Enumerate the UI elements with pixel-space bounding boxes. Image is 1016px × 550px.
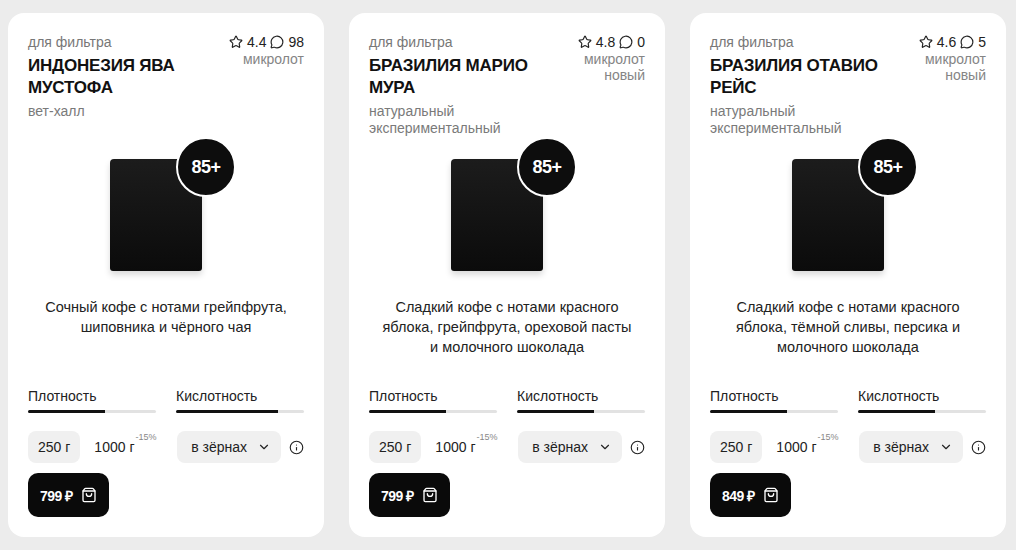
chevron-down-icon bbox=[598, 440, 612, 454]
product-card[interactable]: для фильтра БРАЗИЛИЯ МАРИО МУРА натуральны… bbox=[349, 13, 665, 537]
meter: Плотность bbox=[28, 387, 156, 413]
meter-fill bbox=[710, 410, 787, 413]
score-badge: 85+ bbox=[858, 137, 918, 197]
rating: 4.80 bbox=[578, 33, 645, 51]
product-image[interactable]: 85+ bbox=[710, 141, 986, 281]
tag: микролот bbox=[243, 51, 304, 67]
weight-option[interactable]: 250 г bbox=[369, 431, 421, 463]
info-icon[interactable] bbox=[971, 440, 986, 455]
meter-fill bbox=[176, 410, 278, 413]
category: для фильтра bbox=[710, 33, 900, 51]
bag-icon bbox=[422, 487, 438, 503]
score-badge: 85+ bbox=[176, 137, 236, 197]
grind-select[interactable]: в зёрнах bbox=[518, 431, 622, 463]
meter-fill bbox=[858, 410, 935, 413]
comment-icon bbox=[619, 35, 633, 49]
info-icon[interactable] bbox=[630, 440, 645, 455]
meter-track bbox=[517, 410, 645, 413]
bag-icon bbox=[763, 487, 779, 503]
price-button[interactable]: 799 ₽ bbox=[369, 473, 450, 517]
product-grid: для фильтра ИНДОНЕЗИЯ ЯВА МУСТОФА вет-халл… bbox=[0, 0, 1016, 550]
description: Сладкий кофе с нотами красного яблока, г… bbox=[369, 297, 645, 387]
weight-option[interactable]: 1000 г-15% bbox=[425, 431, 507, 463]
product-title[interactable]: БРАЗИЛИЯ ОТАВИО РЕЙС bbox=[710, 55, 900, 99]
card-header: для фильтра ИНДОНЕЗИЯ ЯВА МУСТОФА вет-халл… bbox=[28, 33, 304, 141]
category: для фильтра bbox=[28, 33, 218, 51]
meter: Плотность bbox=[710, 387, 838, 413]
weight-option[interactable]: 250 г bbox=[710, 431, 762, 463]
rating: 4.65 bbox=[919, 33, 986, 51]
meter-track bbox=[710, 410, 838, 413]
meter-fill bbox=[369, 410, 446, 413]
weight-options: 250 г1000 г-15% bbox=[28, 431, 167, 463]
chevron-down-icon bbox=[257, 440, 271, 454]
card-header: для фильтра БРАЗИЛИЯ МАРИО МУРА натуральны… bbox=[369, 33, 645, 141]
discount: -15% bbox=[818, 432, 839, 442]
meter: Кислотность bbox=[176, 387, 304, 413]
meter: Кислотность bbox=[517, 387, 645, 413]
description: Сочный кофе с нотами грейпфрута, шиповни… bbox=[28, 297, 304, 387]
product-card[interactable]: для фильтра БРАЗИЛИЯ ОТАВИО РЕЙС натуральн… bbox=[690, 13, 1006, 537]
grind-select[interactable]: в зёрнах bbox=[177, 431, 281, 463]
meters: Плотность Кислотность bbox=[369, 387, 645, 413]
meter-track bbox=[369, 410, 497, 413]
product-image[interactable]: 85+ bbox=[369, 141, 645, 281]
process: натуральный экспериментальный bbox=[710, 103, 900, 137]
process: вет-халл bbox=[28, 103, 218, 120]
weight-options: 250 г1000 г-15% bbox=[369, 431, 508, 463]
weight-option[interactable]: 250 г bbox=[28, 431, 80, 463]
star-icon bbox=[229, 35, 243, 49]
weight-option[interactable]: 1000 г-15% bbox=[84, 431, 166, 463]
product-title[interactable]: ИНДОНЕЗИЯ ЯВА МУСТОФА bbox=[28, 55, 218, 99]
comment-icon bbox=[960, 35, 974, 49]
bag-icon bbox=[81, 487, 97, 503]
product-card[interactable]: для фильтра ИНДОНЕЗИЯ ЯВА МУСТОФА вет-халл… bbox=[8, 13, 324, 537]
tag: новый bbox=[604, 67, 645, 83]
weight-option[interactable]: 1000 г-15% bbox=[766, 431, 848, 463]
meter-track bbox=[28, 410, 156, 413]
meter-track bbox=[858, 410, 986, 413]
price-button[interactable]: 799 ₽ bbox=[28, 473, 109, 517]
product-image[interactable]: 85+ bbox=[28, 141, 304, 281]
tag: микролот bbox=[925, 51, 986, 67]
chevron-down-icon bbox=[939, 440, 953, 454]
product-title[interactable]: БРАЗИЛИЯ МАРИО МУРА bbox=[369, 55, 559, 99]
meter-fill bbox=[28, 410, 105, 413]
process: натуральный экспериментальный bbox=[369, 103, 559, 137]
rating: 4.498 bbox=[229, 33, 304, 51]
weight-options: 250 г1000 г-15% bbox=[710, 431, 849, 463]
tag: новый bbox=[945, 67, 986, 83]
discount: -15% bbox=[136, 432, 157, 442]
price-button[interactable]: 849 ₽ bbox=[710, 473, 791, 517]
grind-select[interactable]: в зёрнах bbox=[859, 431, 963, 463]
meter: Кислотность bbox=[858, 387, 986, 413]
tag: микролот bbox=[584, 51, 645, 67]
meter-track bbox=[176, 410, 304, 413]
meter: Плотность bbox=[369, 387, 497, 413]
meter-fill bbox=[517, 410, 594, 413]
comment-icon bbox=[270, 35, 284, 49]
category: для фильтра bbox=[369, 33, 559, 51]
discount: -15% bbox=[477, 432, 498, 442]
meters: Плотность Кислотность bbox=[710, 387, 986, 413]
card-header: для фильтра БРАЗИЛИЯ ОТАВИО РЕЙС натуральн… bbox=[710, 33, 986, 141]
description: Сладкий кофе с нотами красного яблока, т… bbox=[710, 297, 986, 387]
score-badge: 85+ bbox=[517, 137, 577, 197]
meters: Плотность Кислотность bbox=[28, 387, 304, 413]
star-icon bbox=[919, 35, 933, 49]
info-icon[interactable] bbox=[289, 440, 304, 455]
star-icon bbox=[578, 35, 592, 49]
